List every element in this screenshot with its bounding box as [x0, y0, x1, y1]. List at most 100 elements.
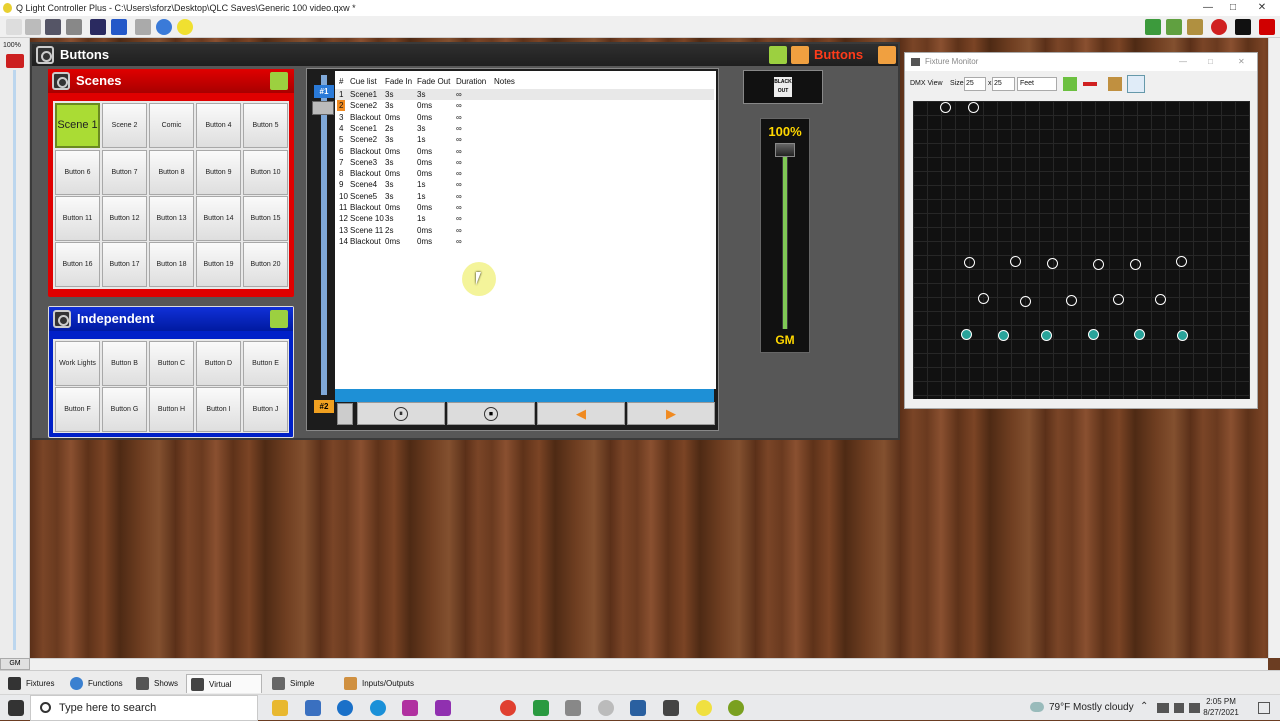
tab-shows[interactable]: Shows	[132, 674, 180, 693]
next-page-icon[interactable]	[878, 46, 896, 64]
enable-check-icon[interactable]	[270, 72, 288, 90]
cue-row[interactable]: 5 Scene2 3s 1s ∞	[335, 134, 714, 145]
qlc-icon[interactable]	[630, 700, 646, 716]
tab-functions[interactable]: Functions	[66, 674, 128, 693]
add-fixture-icon[interactable]	[1063, 77, 1077, 91]
maximize-button[interactable]: □	[1221, 0, 1245, 16]
save-icon[interactable]	[45, 19, 61, 35]
previous-cue-button[interactable]: ◀	[537, 402, 625, 425]
vertical-scrollbar[interactable]	[1268, 38, 1280, 658]
app-icon[interactable]	[663, 700, 679, 716]
tray-chevron-icon[interactable]: ⌃	[1140, 701, 1148, 712]
scene-button-13[interactable]: Button 13	[149, 196, 194, 241]
crossfade-mode-button[interactable]	[337, 403, 353, 425]
cue-row[interactable]: 3 Blackout 0ms 0ms ∞	[335, 112, 714, 123]
taskbar-clock[interactable]: 2:05 PM 8/27/2021	[1200, 696, 1242, 718]
independent-button-9[interactable]: Button I	[196, 387, 241, 432]
network-icon[interactable]	[1157, 703, 1169, 713]
scene-button-15[interactable]: Button 15	[243, 196, 288, 241]
crossfade-slider-handle[interactable]	[312, 101, 334, 115]
blackout-icon[interactable]	[1235, 19, 1251, 35]
master-slider-track[interactable]	[13, 70, 16, 650]
operate-mode-icon[interactable]	[1187, 19, 1203, 35]
about-icon[interactable]	[177, 19, 193, 35]
app-icon[interactable]	[598, 700, 614, 716]
independent-button-8[interactable]: Button H	[149, 387, 194, 432]
live-edit-icon[interactable]	[1166, 19, 1182, 35]
independent-button-5[interactable]: Button E	[243, 341, 288, 386]
cue-row[interactable]: 4 Scene1 2s 3s ∞	[335, 123, 714, 134]
scene-button-1[interactable]: Scene 1	[55, 103, 100, 148]
notifications-icon[interactable]	[1258, 702, 1270, 714]
size-y-input[interactable]: 25	[992, 77, 1015, 91]
background-image-icon[interactable]	[1108, 77, 1122, 91]
fixture-light[interactable]	[1093, 259, 1104, 270]
independent-button-7[interactable]: Button G	[102, 387, 147, 432]
independent-button-2[interactable]: Button B	[102, 341, 147, 386]
fixture-light[interactable]	[964, 257, 975, 268]
cue-row[interactable]: 14 Blackout 0ms 0ms ∞	[335, 236, 714, 247]
scene-button-6[interactable]: Button 6	[55, 150, 100, 195]
help-icon[interactable]	[156, 19, 172, 35]
tab-fixtures[interactable]: Fixtures	[4, 674, 62, 693]
stop-all-icon[interactable]	[1211, 19, 1227, 35]
fixture-light[interactable]	[1010, 256, 1021, 267]
independent-button-4[interactable]: Button D	[196, 341, 241, 386]
app-icon[interactable]	[728, 700, 744, 716]
scene-button-8[interactable]: Button 8	[149, 150, 194, 195]
tab-virtual-console[interactable]: Virtual Console	[186, 674, 262, 708]
fixture-light[interactable]	[1113, 294, 1124, 305]
cue-row[interactable]: 11 Blackout 0ms 0ms ∞	[335, 202, 714, 213]
fixture-light[interactable]	[961, 329, 972, 340]
horizontal-scrollbar[interactable]	[30, 658, 1268, 670]
taskbar-search-box[interactable]: Type here to search	[30, 695, 258, 721]
camera-icon[interactable]	[1174, 703, 1184, 713]
tab-inputs-outputs[interactable]: Inputs/Outputs	[340, 674, 416, 693]
save-as-icon[interactable]	[66, 19, 82, 35]
fm-minimize-button[interactable]: —	[1179, 53, 1187, 71]
independent-button-10[interactable]: Button J	[243, 387, 288, 432]
cue-row[interactable]: 10 Scene5 3s 1s ∞	[335, 191, 714, 202]
minimize-button[interactable]: —	[1196, 0, 1220, 16]
next-cue-button[interactable]: ▶	[627, 402, 715, 425]
scene-button-4[interactable]: Button 4	[196, 103, 241, 148]
fixture-light[interactable]	[940, 102, 951, 113]
fixture-light[interactable]	[1130, 259, 1141, 270]
fixture-light[interactable]	[1176, 256, 1187, 267]
volume-icon[interactable]	[1189, 703, 1200, 713]
scene-button-10[interactable]: Button 10	[243, 150, 288, 195]
independent-button-6[interactable]: Button F	[55, 387, 100, 432]
cue-row[interactable]: 2 Scene2 3s 0ms ∞	[335, 100, 714, 112]
scene-button-18[interactable]: Button 18	[149, 242, 194, 287]
enable-check-icon[interactable]	[270, 310, 288, 328]
fm-close-button[interactable]: ✕	[1238, 53, 1245, 71]
enable-check-icon[interactable]	[769, 46, 787, 64]
cue-row[interactable]: 12 Scene 10 3s 1s ∞	[335, 213, 714, 224]
scene-button-14[interactable]: Button 14	[196, 196, 241, 241]
cue-row[interactable]: 1 Scene1 3s 3s ∞	[335, 89, 714, 100]
app-icon[interactable]	[435, 700, 451, 716]
fixture-light[interactable]	[1155, 294, 1166, 305]
cue-row[interactable]: 7 Scene3 3s 0ms ∞	[335, 157, 714, 168]
fixture-light[interactable]	[1047, 258, 1058, 269]
scene-button-7[interactable]: Button 7	[102, 150, 147, 195]
chrome-icon[interactable]	[500, 700, 516, 716]
remove-fixture-icon[interactable]	[1083, 82, 1097, 86]
scene-button-20[interactable]: Button 20	[243, 242, 288, 287]
scene-button-3[interactable]: Comic	[149, 103, 194, 148]
file-explorer-icon[interactable]	[272, 700, 288, 716]
fixture-light[interactable]	[1088, 329, 1099, 340]
crossfade-slider-track[interactable]	[321, 75, 327, 395]
blackout-button[interactable]: BLACK OUT	[774, 77, 792, 97]
gm-slider-track[interactable]	[782, 151, 788, 329]
close-button[interactable]: ✕	[1250, 0, 1274, 16]
fixture-light[interactable]	[968, 102, 979, 113]
gm-slider-handle[interactable]	[775, 143, 795, 157]
fixture-light[interactable]	[1020, 296, 1031, 307]
mail-icon[interactable]	[305, 700, 321, 716]
app-icon[interactable]	[565, 700, 581, 716]
fixture-light[interactable]	[1177, 330, 1188, 341]
fm-maximize-button[interactable]: □	[1208, 53, 1213, 71]
fixture-light[interactable]	[1041, 330, 1052, 341]
scene-button-16[interactable]: Button 16	[55, 242, 100, 287]
